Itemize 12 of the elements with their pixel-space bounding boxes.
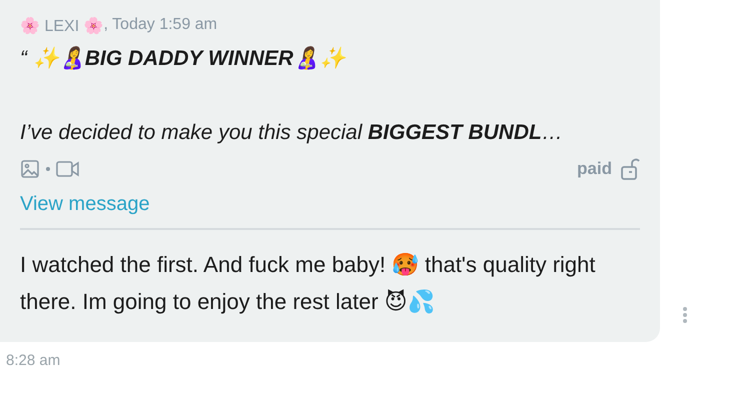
- message-time: , Today 1:59 am: [104, 16, 218, 35]
- preview-text: I’ve decided to make you this special BIGGEST BUNDL…: [20, 121, 564, 145]
- view-message-link[interactable]: View message: [20, 193, 150, 216]
- sender-name: 🌸 LEXI 🌸: [20, 16, 104, 36]
- image-icon: [20, 159, 40, 179]
- more-options-icon[interactable]: [682, 306, 688, 324]
- reply-text: I watched the first. And fuck me baby! 🥵 that's quality right there. Im going to enjoy the rest later 😈💦: [20, 251, 596, 316]
- message-timestamp: 8:28 am: [6, 352, 62, 369]
- dot-icon: [46, 167, 50, 171]
- preview-title: “ ✨🤱BIG DADDY WINNER🤱✨: [20, 46, 347, 71]
- video-icon: [56, 160, 80, 178]
- paid-label: paid: [577, 159, 612, 179]
